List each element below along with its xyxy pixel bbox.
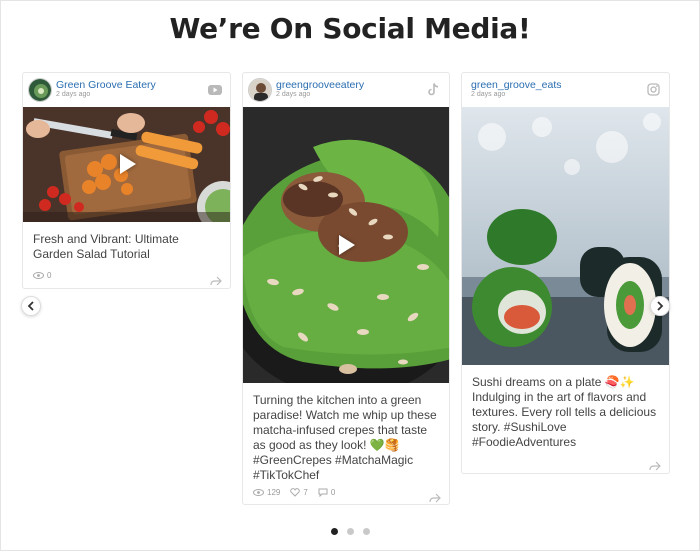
page-title: We’re On Social Media! (169, 12, 531, 45)
post-caption: Turning the kitchen into a green paradis… (253, 393, 437, 482)
post-card-youtube[interactable]: Green Groove Eatery 2 days ago Fresh and… (22, 72, 231, 289)
avatar[interactable] (248, 78, 272, 102)
post-caption: Sushi dreams on a plate 🍣✨ Indulging in … (472, 375, 657, 449)
heart-icon (290, 488, 301, 497)
post-stats: 129 7 0 (253, 488, 335, 497)
post-video-thumbnail[interactable] (243, 107, 449, 383)
post-card-instagram[interactable]: green_groove_eats 2 days ago Sushi dream… (461, 72, 670, 474)
pagination-dot-2[interactable] (346, 528, 354, 535)
post-time: 2 days ago (471, 91, 506, 98)
post-time: 2 days ago (276, 91, 311, 98)
instagram-icon[interactable] (647, 83, 661, 96)
card-header: green_groove_eats 2 days ago (462, 73, 669, 107)
views-stat: 129 (253, 488, 280, 497)
post-image[interactable] (462, 107, 669, 365)
tiktok-icon[interactable] (427, 83, 441, 96)
carousel-prev-button[interactable] (21, 296, 41, 316)
post-username[interactable]: greengrooveeatery (276, 79, 364, 91)
comments-stat: 0 (318, 488, 335, 497)
comments-count: 0 (330, 488, 336, 497)
post-stats: 0 (33, 271, 51, 280)
card-header: greengrooveeatery 2 days ago (243, 73, 449, 107)
play-icon[interactable] (120, 154, 136, 174)
play-icon[interactable] (339, 235, 355, 255)
views-stat: 0 (33, 271, 51, 280)
likes-count: 7 (303, 488, 308, 497)
share-icon[interactable] (649, 458, 661, 471)
post-username[interactable]: Green Groove Eatery (56, 79, 156, 91)
likes-stat: 7 (290, 488, 308, 497)
avatar[interactable] (28, 78, 52, 102)
carousel-next-button[interactable] (650, 296, 670, 316)
post-video-thumbnail[interactable] (23, 107, 230, 222)
chevron-right-icon (657, 301, 664, 311)
pagination-dot-3[interactable] (362, 528, 370, 535)
post-time: 2 days ago (56, 91, 91, 98)
pagination-dot-1[interactable] (330, 528, 338, 535)
youtube-icon[interactable] (208, 83, 222, 95)
post-card-tiktok[interactable]: greengrooveeatery 2 days ago Turning the… (242, 72, 450, 505)
views-count: 129 (267, 488, 281, 497)
share-icon[interactable] (429, 490, 441, 503)
post-caption: Fresh and Vibrant: Ultimate Garden Salad… (33, 232, 179, 261)
share-icon[interactable] (210, 273, 222, 286)
comment-icon (318, 488, 328, 497)
eye-icon (33, 272, 44, 279)
card-header: Green Groove Eatery 2 days ago (23, 73, 230, 107)
carousel-pagination (0, 528, 700, 535)
chevron-left-icon (27, 301, 34, 311)
eye-icon (253, 489, 264, 496)
views-count: 0 (47, 271, 52, 280)
post-username[interactable]: green_groove_eats (471, 79, 562, 91)
